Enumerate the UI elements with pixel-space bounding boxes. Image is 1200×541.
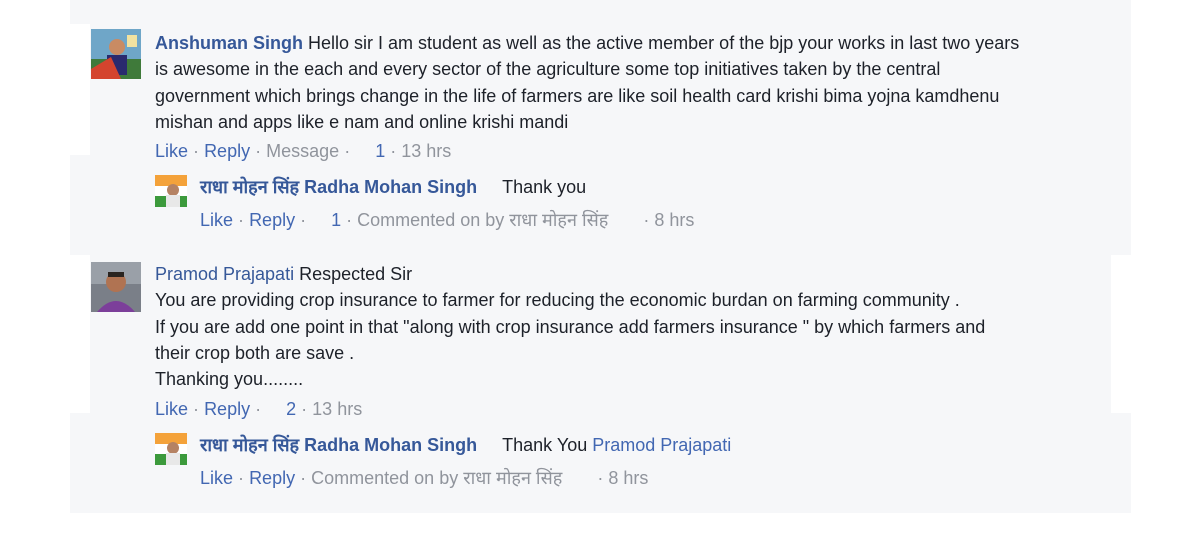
like-count[interactable]: 2 — [286, 399, 296, 419]
comment-text-line: government which brings change in the li… — [155, 85, 1000, 106]
comment-actions: Like · Reply · Message · 1 · 13 hrs — [155, 141, 451, 162]
reply-link[interactable]: Reply — [204, 141, 250, 161]
separator: · — [597, 468, 604, 488]
separator: · — [255, 141, 262, 161]
timestamp[interactable]: 13 hrs — [401, 141, 451, 161]
timestamp[interactable]: 13 hrs — [312, 399, 362, 419]
separator: · — [643, 210, 650, 230]
mention-link[interactable]: Pramod Prajapati — [592, 435, 731, 455]
reply-author[interactable]: राधा मोहन सिंह Radha Mohan Singh — [200, 435, 477, 455]
comment-text-line: You are providing crop insurance to farm… — [155, 290, 960, 311]
reply-avatar[interactable] — [155, 433, 187, 465]
avatar[interactable] — [91, 262, 141, 312]
comment-body: Anshuman Singh Hello sir I am student as… — [155, 30, 1019, 135]
separator: · — [193, 141, 200, 161]
reply-avatar[interactable] — [155, 175, 187, 207]
timestamp[interactable]: 8 hrs — [608, 468, 648, 488]
reply-link[interactable]: Reply — [249, 468, 295, 488]
comment-text-line: mishan and apps like e nam and online kr… — [155, 111, 569, 132]
comment-body: Pramod Prajapati Respected Sir You are p… — [155, 261, 985, 392]
like-link[interactable]: Like — [200, 210, 233, 230]
reply-text: Thank You — [502, 435, 588, 455]
separator: · — [301, 399, 308, 419]
separator: · — [300, 468, 307, 488]
separator: · — [238, 210, 245, 230]
like-count[interactable]: 1 — [331, 210, 341, 230]
separator: · — [255, 399, 262, 419]
separator: · — [344, 141, 351, 161]
reply-text: Thank you — [502, 177, 587, 197]
avatar[interactable] — [91, 29, 141, 79]
reply-body: राधा मोहन सिंह Radha Mohan Singh Thank Y… — [200, 432, 731, 458]
separator: · — [300, 210, 307, 230]
reply-block-2 — [70, 413, 1131, 513]
top-strip — [70, 0, 1131, 24]
like-link[interactable]: Like — [155, 141, 188, 161]
reply-author[interactable]: राधा मोहन सिंह Radha Mohan Singh — [200, 177, 477, 197]
like-count[interactable]: 1 — [375, 141, 385, 161]
reply-link[interactable]: Reply — [249, 210, 295, 230]
reply-actions: Like · Reply · 1 · Commented on by राधा … — [200, 208, 694, 232]
reply-block-1 — [70, 155, 1131, 255]
comment-author[interactable]: Anshuman Singh — [155, 33, 303, 53]
like-link[interactable]: Like — [155, 399, 188, 419]
commented-on: Commented on by राधा मोहन सिंह — [311, 468, 563, 488]
separator: · — [390, 141, 397, 161]
separator: · — [193, 399, 200, 419]
reply-actions: Like · Reply · Commented on by राधा मोहन… — [200, 466, 648, 490]
reply-body: राधा मोहन सिंह Radha Mohan Singh Thank y… — [200, 174, 586, 200]
like-link[interactable]: Like — [200, 468, 233, 488]
comment-text-line: Thanking you........ — [155, 369, 304, 390]
comment-text-line: is awesome in the each and every sector … — [155, 59, 941, 80]
message-link[interactable]: Message — [266, 141, 339, 161]
reply-link[interactable]: Reply — [204, 399, 250, 419]
comment-text-line: If you are add one point in that "along … — [155, 316, 986, 337]
comment-text-line: Respected Sir — [299, 264, 413, 284]
timestamp[interactable]: 8 hrs — [654, 210, 694, 230]
comment-actions: Like · Reply · 2 · 13 hrs — [155, 399, 362, 420]
separator: · — [238, 468, 245, 488]
comment-author[interactable]: Pramod Prajapati — [155, 264, 294, 284]
commented-on: Commented on by राधा मोहन सिंह — [357, 210, 609, 230]
separator: · — [346, 210, 353, 230]
comment-text-line: Hello sir I am student as well as the ac… — [308, 33, 1020, 53]
comment-text-line: their crop both are save . — [155, 342, 355, 363]
